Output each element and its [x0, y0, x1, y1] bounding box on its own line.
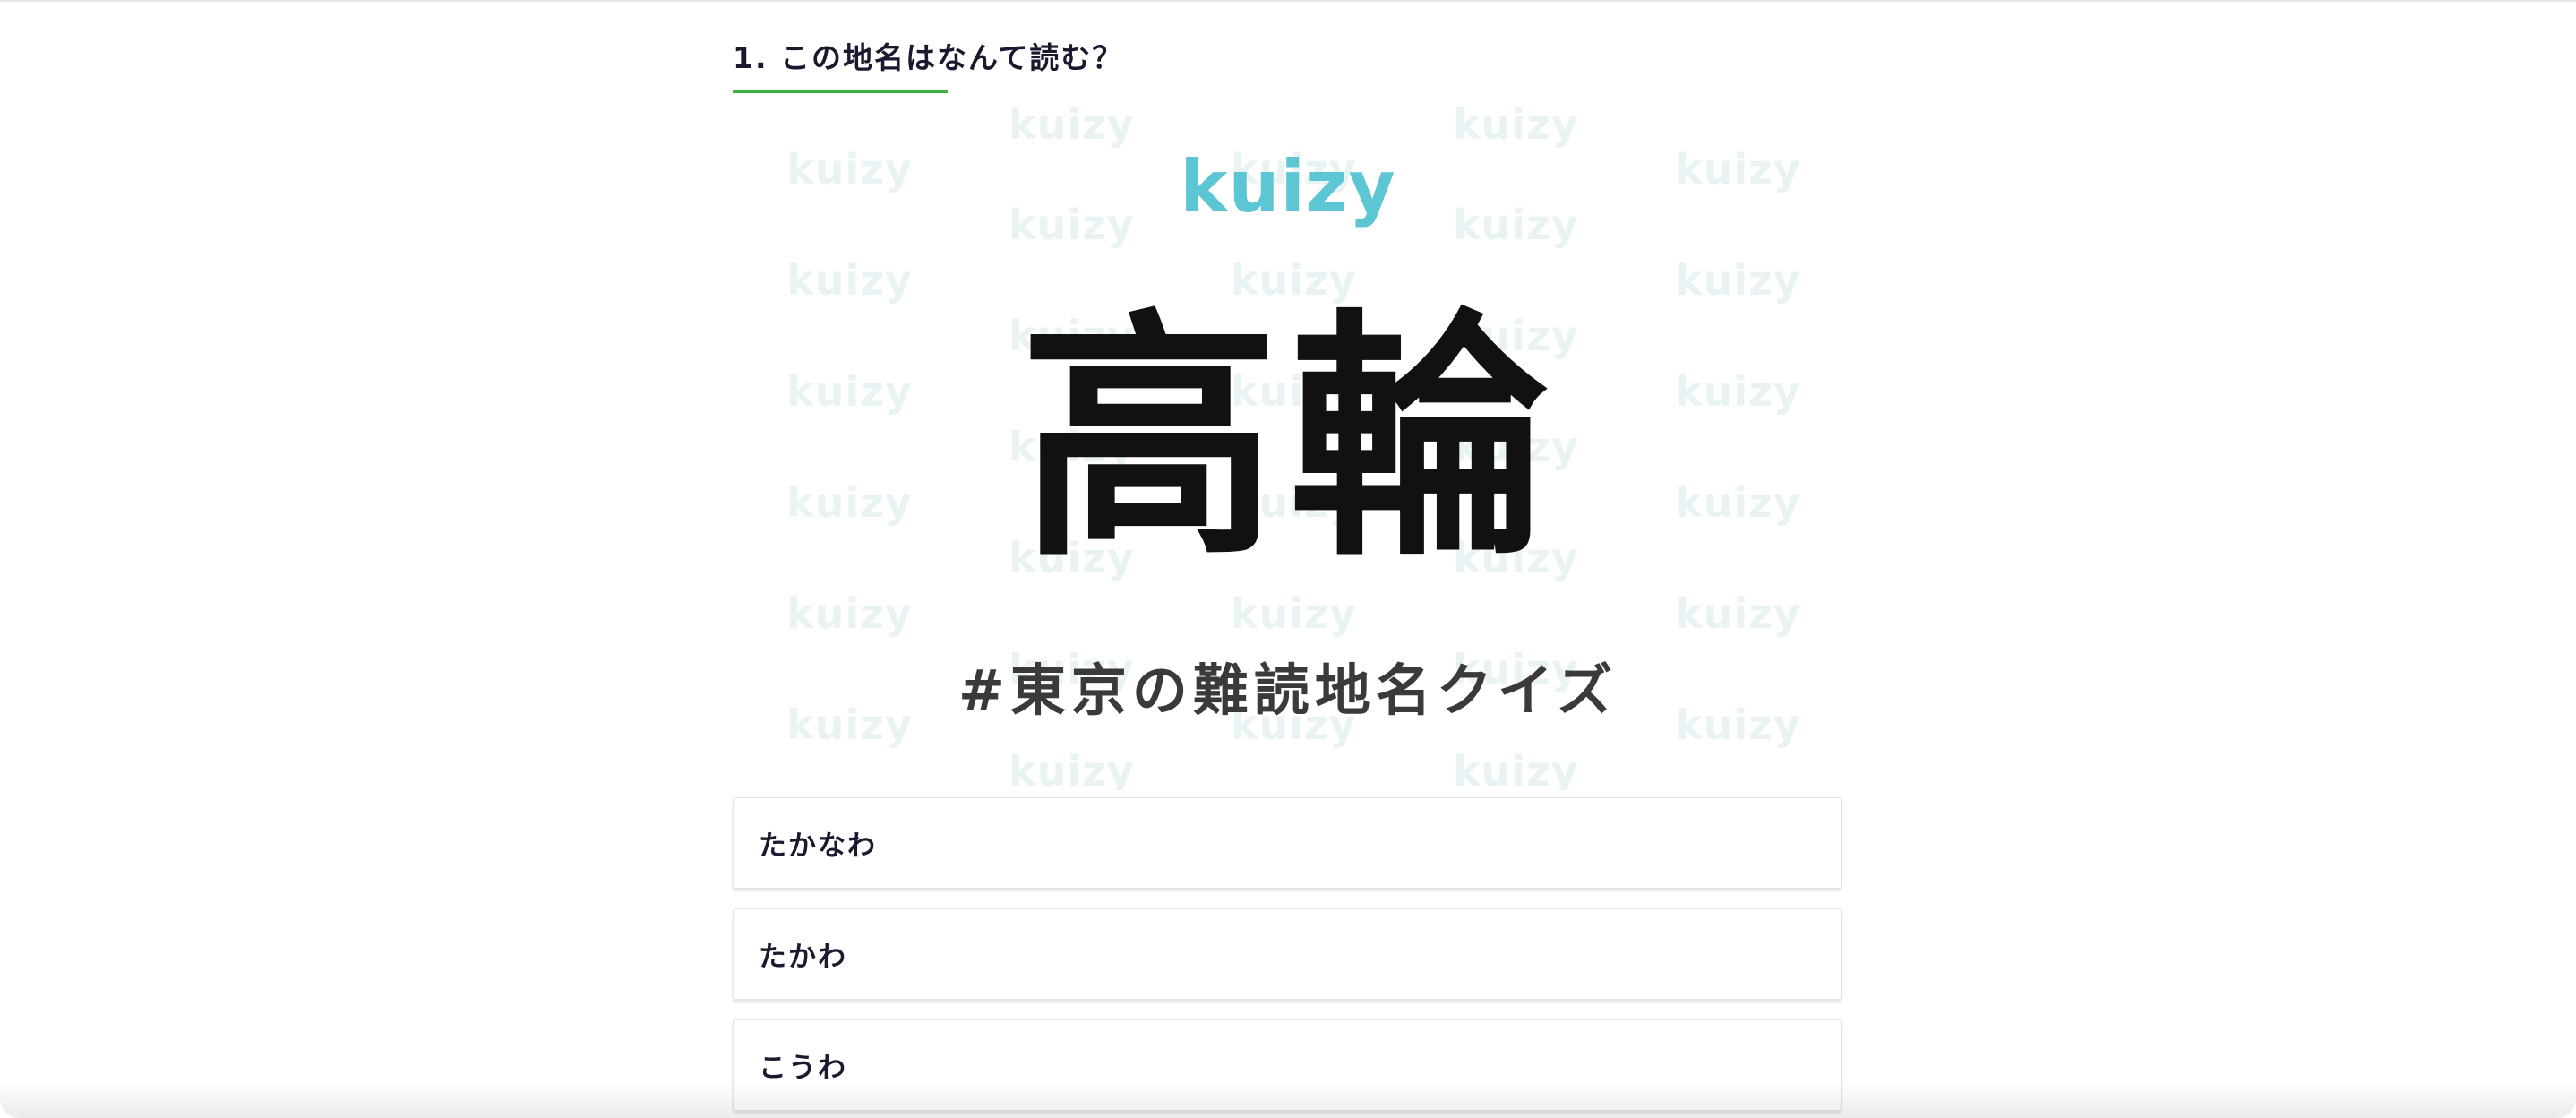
answer-option-label: たかなわ [759, 830, 877, 863]
answer-option-3[interactable]: こうわ [733, 1019, 1842, 1111]
kuizy-logo: kuizy [1180, 145, 1396, 228]
browser-page: 1. この地名はなんて読む？ kuizy kuizy kuizy kuizy kuizy… [0, 0, 2576, 1118]
kuizy-watermark: kuizy [1453, 100, 1579, 149]
title-underline [733, 90, 948, 93]
kuizy-watermark: kuizy [1009, 747, 1135, 790]
kuizy-watermark: kuizy [1231, 589, 1357, 638]
answer-option-label: たかわ [759, 941, 847, 974]
kuizy-watermark: kuizy [1453, 747, 1579, 790]
kuizy-watermark: kuizy [1009, 100, 1135, 149]
quiz-hashtag: #東京の難読地名クイズ [957, 658, 1619, 723]
answer-option-1[interactable]: たかなわ [733, 797, 1842, 889]
place-name-kanji: 高輪 [1019, 289, 1557, 591]
answer-option-label: こうわ [759, 1052, 847, 1085]
question-title: 1. この地名はなんて読む？ [733, 40, 1124, 75]
kuizy-watermark: kuizy [786, 589, 913, 638]
answer-option-2[interactable]: たかわ [733, 908, 1842, 1000]
quiz-image: kuizy kuizy kuizy kuizy kuizy kuizy kuizy kuizy… [733, 100, 1843, 790]
kuizy-watermark: kuizy [1675, 589, 1801, 638]
